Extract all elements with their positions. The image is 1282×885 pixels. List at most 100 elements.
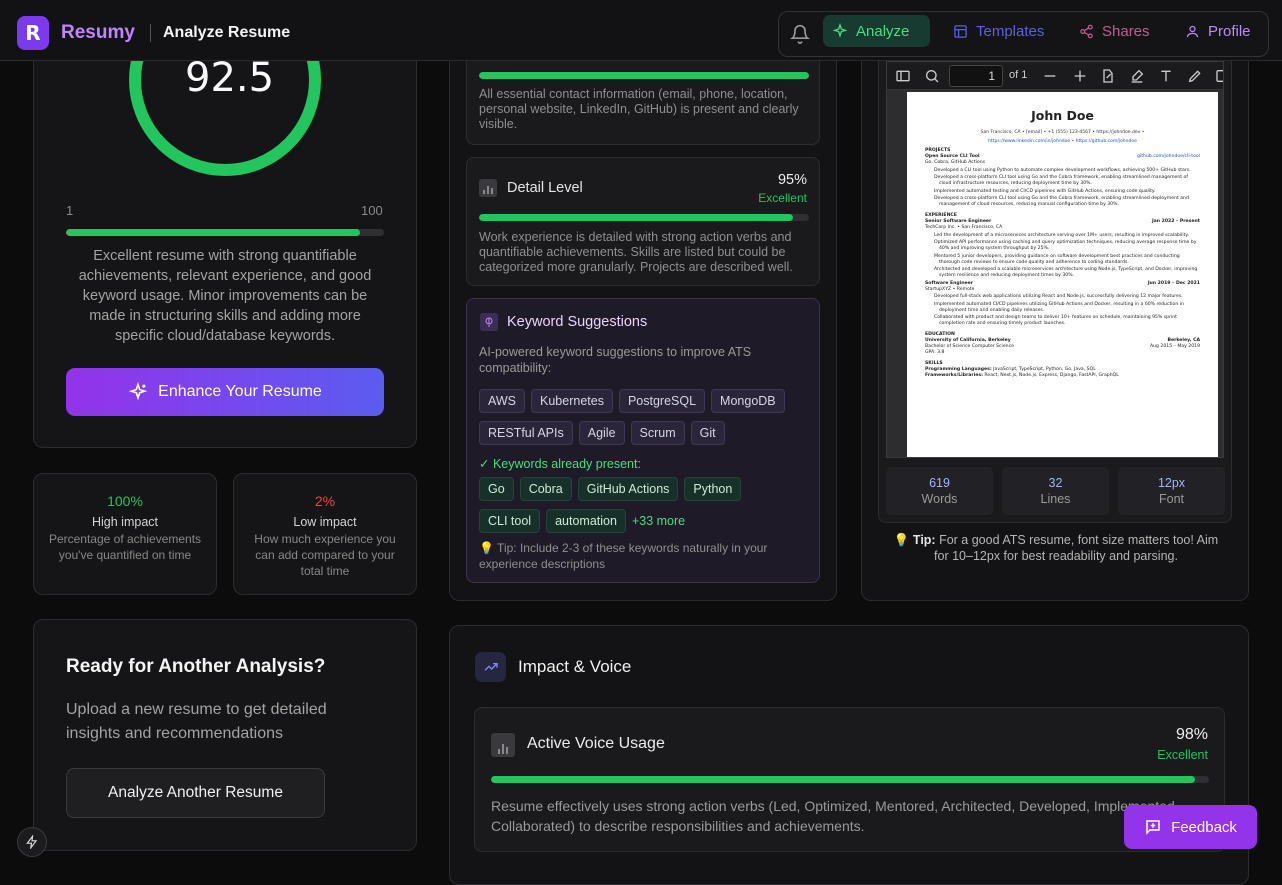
- keywords-title: Keyword Suggestions: [507, 314, 648, 330]
- doc-stat-value: 32: [1048, 476, 1063, 490]
- bar-chart-icon: [479, 179, 497, 197]
- feedback-icon: [1146, 820, 1160, 835]
- resume-text: JavaScript, TypeScript, Python, Go, Java…: [993, 367, 1096, 372]
- keyword-chip[interactable]: GitHub Actions: [577, 477, 679, 501]
- resume-bullet: Optimized API performance using caching …: [934, 240, 1197, 251]
- stat-high-impact: 100% High impact Percentage of achieveme…: [33, 473, 217, 595]
- resume-bullet: Developed full-stack web applications ut…: [934, 294, 1183, 299]
- resume-text: github.com/johndoe/cli-tool: [1137, 154, 1200, 159]
- resume-bullet: Developed a cross-platform CLI tool usin…: [934, 196, 1189, 207]
- suggested-keywords: AWS Kubernetes PostgreSQL MongoDB RESTful AP…: [479, 389, 799, 453]
- keyword-chip[interactable]: CLI tool: [479, 509, 541, 533]
- resume-name: John Doe: [1031, 108, 1094, 123]
- keyword-chip[interactable]: Cobra: [519, 477, 572, 501]
- page-number-input[interactable]: 1: [949, 65, 1003, 87]
- zoom-in-icon[interactable]: [1072, 68, 1088, 84]
- scale-min: 1: [66, 203, 74, 218]
- edit-document-icon[interactable]: [1100, 68, 1116, 84]
- resume-bullet: Implemented automated CI/CD pipelines ut…: [934, 301, 1184, 313]
- zoom-out-icon[interactable]: [1042, 68, 1058, 84]
- stat-low-impact: 2% Low impact How much experience you ca…: [233, 473, 417, 595]
- enhance-label: Enhance Your Resume: [158, 383, 322, 400]
- resume-bullet: Developed a cross-platform CLI tool usin…: [934, 175, 1188, 186]
- active-voice-bar: [491, 776, 1209, 783]
- stat-desc: How much experience you can add compared…: [254, 532, 396, 578]
- resume-text: Software Engineer: [925, 280, 974, 286]
- active-voice-desc: Resume effectively uses strong action ve…: [491, 798, 1179, 834]
- share-icon: [1080, 24, 1093, 38]
- stat-title: Low impact: [293, 515, 357, 529]
- nav-shares-label: Shares: [1102, 22, 1150, 40]
- resume-bullet: Architected and developed a scalable mic…: [934, 267, 1198, 278]
- nav-shares[interactable]: Shares: [1070, 15, 1159, 47]
- keyword-chip[interactable]: PostgreSQL: [618, 389, 706, 413]
- tip-label: Tip:: [912, 533, 936, 547]
- doc-stat-label: Font: [1158, 492, 1184, 506]
- pdf-viewer[interactable]: 1 of 1 John Doe San Francisco, CA • [ema…: [886, 61, 1224, 458]
- contact-desc: All essential contact information (email…: [479, 87, 799, 131]
- keyword-chip[interactable]: RESTful APIs: [479, 421, 573, 445]
- contact-bar: [479, 72, 809, 79]
- sparkle-icon: [128, 382, 148, 401]
- analyze-another-button[interactable]: Analyze Another Resume: [66, 768, 325, 818]
- resume-contact: San Francisco, CA • [email] • +1 (555) 1…: [980, 130, 1145, 135]
- resume-bullet: Mentored 5 junior developers, providing …: [934, 253, 1180, 265]
- present-keywords: Go Cobra GitHub Actions Python CLI tool autom…: [479, 477, 813, 541]
- draw-icon[interactable]: [1187, 68, 1203, 84]
- sidebar-toggle-icon[interactable]: [895, 68, 911, 84]
- score-bar: [66, 229, 384, 236]
- another-desc: Upload a new resume to get detailed insi…: [66, 701, 327, 742]
- nav-profile-label: Profile: [1208, 22, 1251, 40]
- another-title: Ready for Another Analysis?: [66, 656, 326, 677]
- text-tool-icon[interactable]: [1158, 68, 1174, 84]
- highlight-icon[interactable]: [1129, 68, 1145, 84]
- more-keywords-link[interactable]: +33 more: [632, 514, 685, 528]
- resume-text: Go, Cobra, GitHub Actions: [925, 160, 986, 165]
- stat-value: 100%: [107, 493, 143, 509]
- pdf-toolbar: 1 of 1: [887, 62, 1224, 90]
- stat-title: High impact: [92, 515, 158, 529]
- keyword-chip[interactable]: automation: [546, 509, 626, 533]
- trending-up-icon: [475, 652, 506, 682]
- image-tool-icon[interactable]: [1215, 68, 1224, 84]
- bar-chart-icon: [491, 733, 515, 757]
- keyword-chip[interactable]: Scrum: [630, 421, 685, 445]
- keyword-suggestions-card: Keyword Suggestions AI-powered keyword s…: [466, 298, 820, 583]
- keyword-chip[interactable]: Kubernetes: [531, 389, 613, 413]
- keyword-chip[interactable]: MongoDB: [711, 389, 785, 413]
- present-label: ✓ Keywords already present:: [479, 457, 641, 471]
- resume-text: GPA: 3.8: [925, 350, 945, 355]
- lightbulb-icon: [480, 313, 498, 331]
- brand-name[interactable]: Resumy: [61, 22, 135, 44]
- bell-icon[interactable]: [790, 24, 810, 44]
- app-logo[interactable]: R: [17, 16, 49, 50]
- another-analysis-card: Ready for Another Analysis? Upload a new…: [33, 619, 417, 851]
- doc-stat-label: Words: [921, 492, 958, 506]
- nav-profile[interactable]: Profile: [1176, 15, 1260, 47]
- keyword-chip[interactable]: Python: [684, 477, 742, 501]
- doc-stat-label: Lines: [1040, 492, 1071, 506]
- top-bar: R Resumy Analyze Resume Analyze Template…: [0, 0, 1282, 61]
- nav-analyze[interactable]: Analyze: [823, 15, 930, 47]
- dev-tools-button[interactable]: [17, 827, 47, 857]
- detail-metric-card: Detail Level 95% Excellent Work experien…: [466, 157, 820, 286]
- keywords-desc: AI-powered keyword suggestions to improv…: [479, 345, 752, 375]
- divider: [150, 24, 151, 42]
- keyword-chip[interactable]: Agile: [578, 421, 625, 445]
- active-voice-pct: 98%: [1175, 726, 1208, 743]
- keyword-chip[interactable]: AWS: [479, 389, 526, 413]
- resume-text: React, Next.js, Node.js, Express, Django…: [984, 373, 1119, 378]
- resume-text: Frameworks/Libraries:: [925, 373, 983, 378]
- stat-value: 2%: [314, 493, 336, 509]
- feedback-button[interactable]: Feedback: [1124, 805, 1257, 849]
- enhance-resume-button[interactable]: Enhance Your Resume: [66, 368, 384, 416]
- keyword-chip[interactable]: Git: [690, 421, 725, 445]
- resume-text: Jun 2019 – Dec 2021: [1147, 280, 1200, 286]
- keyword-chip[interactable]: Go: [479, 477, 514, 501]
- page-count: of 1: [1009, 69, 1028, 81]
- search-icon[interactable]: [924, 68, 940, 84]
- resume-links: https://www.linkedin.com/in/johndoe • ht…: [988, 139, 1137, 144]
- template-icon: [954, 24, 967, 38]
- nav-templates[interactable]: Templates: [944, 15, 1053, 47]
- resume-text: TechCorp Inc. • San Francisco, CA: [925, 225, 1003, 230]
